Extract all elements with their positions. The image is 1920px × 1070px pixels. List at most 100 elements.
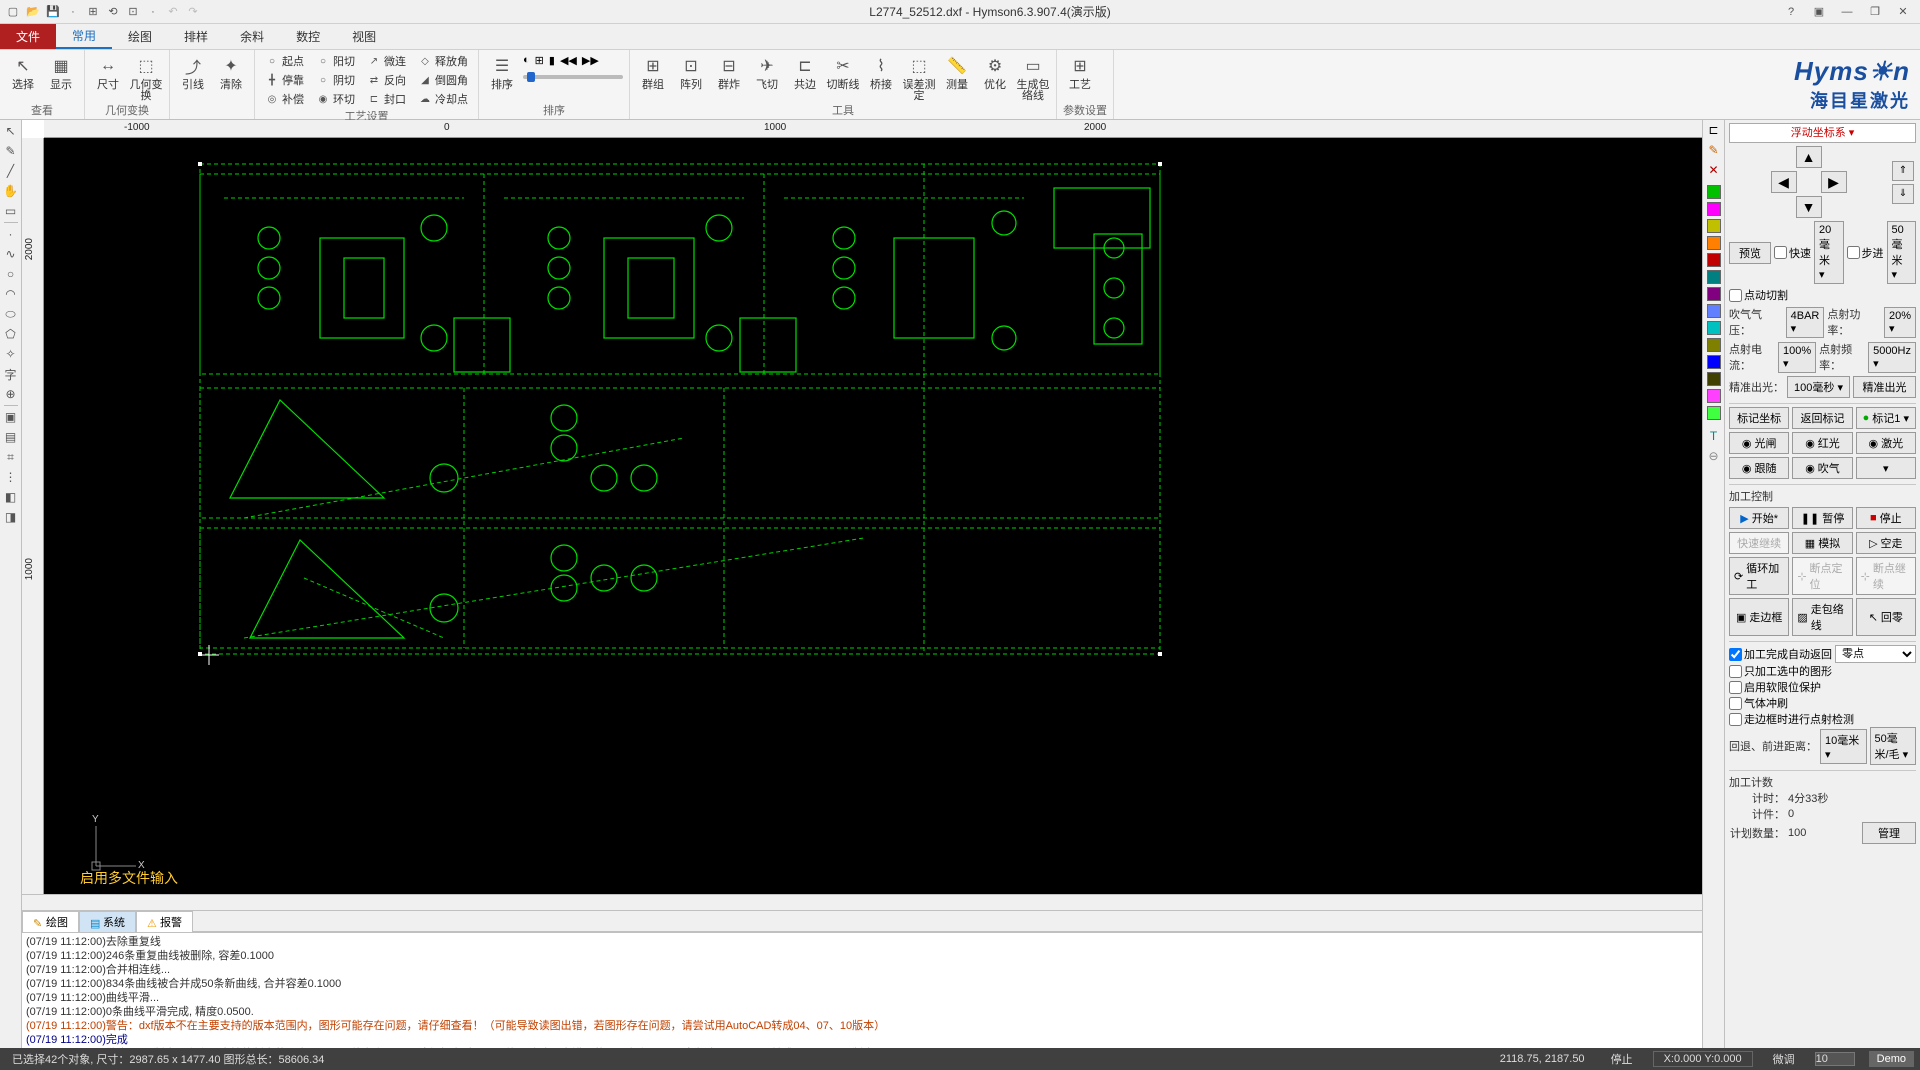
retdist1[interactable]: 10毫米 ▾ <box>1820 729 1867 764</box>
layer-edit-icon[interactable]: ✎ <box>1706 142 1722 158</box>
tool-hand-icon[interactable]: ✋ <box>2 182 20 200</box>
precout-val[interactable]: 100毫秒 ▾ <box>1787 376 1850 398</box>
light-button[interactable]: ◉光闸 <box>1729 432 1789 454</box>
tool-3-button[interactable]: ✈飞切 <box>750 52 784 91</box>
start-button[interactable]: ▶开始* <box>1729 507 1789 529</box>
tool-poly-icon[interactable]: ∿ <box>2 245 20 263</box>
offset-button[interactable]: ◎补偿 <box>261 90 308 108</box>
fast-check[interactable]: 快速 <box>1774 245 1811 261</box>
sort-slider[interactable] <box>523 75 623 79</box>
tool-dim-icon[interactable]: ⊕ <box>2 385 20 403</box>
follow-extra-button[interactable]: ▾ <box>1856 457 1916 479</box>
inner-button[interactable]: ○阴切 <box>312 71 359 89</box>
transform-button[interactable]: ⬚几何变换 <box>129 52 163 102</box>
return-mark-button[interactable]: 返回标记 <box>1792 407 1852 429</box>
tool-cursor-icon[interactable]: ↖ <box>2 122 20 140</box>
layer-swatch-4[interactable] <box>1707 253 1721 267</box>
layer-swatch-3[interactable] <box>1707 236 1721 250</box>
layer-hide-icon[interactable]: ⊖ <box>1706 448 1722 464</box>
qat-undo-icon[interactable]: ⊞ <box>84 3 102 21</box>
size-button[interactable]: ↔尺寸 <box>91 52 125 91</box>
preview-button[interactable]: 预览 <box>1729 242 1771 264</box>
qat-fwd-icon[interactable]: ↷ <box>184 3 202 21</box>
laser-button[interactable]: ◉激光 <box>1856 432 1916 454</box>
tool-circle-icon[interactable]: ○ <box>2 265 20 283</box>
dry-button[interactable]: ▷空走 <box>1856 532 1916 554</box>
tool-2-button[interactable]: ⊟群炸 <box>712 52 746 91</box>
precout-button[interactable]: 精准出光 <box>1853 376 1916 398</box>
bploc-button[interactable]: ⊹断点定位 <box>1792 557 1852 595</box>
wrap-button[interactable]: ▨走包络线 <box>1792 598 1852 636</box>
sort-button[interactable]: ☰排序 <box>485 52 519 91</box>
chk-selonly[interactable]: 只加工选中的图形 <box>1729 663 1916 679</box>
tool-1-button[interactable]: ⊡阵列 <box>674 52 708 91</box>
tool-5-button[interactable]: ✂切断线 <box>826 52 860 91</box>
layer-swatch-12[interactable] <box>1707 389 1721 403</box>
layer-swatch-10[interactable] <box>1707 355 1721 369</box>
tool-line-icon[interactable]: ╱ <box>2 162 20 180</box>
release-button[interactable]: ◇释放角 <box>414 52 472 70</box>
chk-autoreturn[interactable]: 加工完成自动返回 <box>1729 646 1832 662</box>
chk-gas[interactable]: 气体冲刷 <box>1729 695 1916 711</box>
menu-tab-5[interactable]: 视图 <box>336 24 392 49</box>
seal-button[interactable]: ⊏封口 <box>363 90 410 108</box>
tool-8-button[interactable]: 📏测量 <box>940 52 974 91</box>
outer-button[interactable]: ○阳切 <box>312 52 359 70</box>
tool-point-icon[interactable]: · <box>2 225 20 243</box>
layer-swatch-1[interactable] <box>1707 202 1721 216</box>
tool-0-button[interactable]: ⊞群组 <box>636 52 670 91</box>
select-button[interactable]: ↖选择 <box>6 52 40 91</box>
logtab-alarm[interactable]: ⚠报警 <box>136 911 193 932</box>
logtab-system[interactable]: ▤系统 <box>79 911 136 932</box>
tool-arc-icon[interactable]: ◠ <box>2 285 20 303</box>
sort-prev-icon[interactable]: ◀◀ <box>560 54 577 67</box>
drawing-canvas[interactable]: Y X 启用多文件输入 <box>44 138 1702 894</box>
tool-star-icon[interactable]: ✧ <box>2 345 20 363</box>
sort-i1-icon[interactable]: ◐ <box>523 54 530 67</box>
tool-more-icon[interactable]: ⋮ <box>2 468 20 486</box>
jog-up-button[interactable]: ▲ <box>1796 146 1822 168</box>
tool-scale-icon[interactable]: ◨ <box>2 508 20 526</box>
ring-button[interactable]: ◉环切 <box>312 90 359 108</box>
layer-del-icon[interactable]: ✕ <box>1706 162 1722 178</box>
manage-button[interactable]: 管理 <box>1862 822 1916 844</box>
qat-settings-icon[interactable]: ⊡ <box>124 3 142 21</box>
z-up-button[interactable]: ⇑ <box>1892 161 1914 181</box>
layer-swatch-11[interactable] <box>1707 372 1721 386</box>
layer-swatch-2[interactable] <box>1707 219 1721 233</box>
craft-param-button[interactable]: ⊞工艺 <box>1063 52 1097 91</box>
close-icon[interactable]: ✕ <box>1890 2 1916 22</box>
z-down-button[interactable]: ⇓ <box>1892 184 1914 204</box>
layer-swatch-8[interactable] <box>1707 321 1721 335</box>
jog-down-button[interactable]: ▼ <box>1796 196 1822 218</box>
layer-swatch-13[interactable] <box>1707 406 1721 420</box>
clear-button[interactable]: ✦清除 <box>214 52 248 91</box>
sort-next-icon[interactable]: ▶▶ <box>582 54 599 67</box>
display-button[interactable]: ▦显示 <box>44 52 78 91</box>
edge-button[interactable]: ▣走边框 <box>1729 598 1789 636</box>
qat-open-icon[interactable]: 📂 <box>24 3 42 21</box>
tool-7-button[interactable]: ⬚误差测定 <box>902 52 936 102</box>
mark-coord-button[interactable]: 标记坐标 <box>1729 407 1789 429</box>
step-val[interactable]: 50毫米 ▾ <box>1887 221 1917 284</box>
h-scrollbar[interactable] <box>22 894 1702 910</box>
tool-layer-icon[interactable]: ▤ <box>2 428 20 446</box>
qat-new-icon[interactable]: ▢ <box>4 3 22 21</box>
tool-color-icon[interactable]: ◧ <box>2 488 20 506</box>
dotfreq-val[interactable]: 5000Hz ▾ <box>1868 342 1916 373</box>
red-button[interactable]: ◉红光 <box>1792 432 1852 454</box>
qat-redo-icon[interactable]: ⟲ <box>104 3 122 21</box>
menu-tab-4[interactable]: 数控 <box>280 24 336 49</box>
menu-tab-3[interactable]: 余料 <box>224 24 280 49</box>
blow-button[interactable]: ◉吹气 <box>1792 457 1852 479</box>
tool-tree-icon[interactable]: ⌗ <box>2 448 20 466</box>
return-sel[interactable]: 零点 <box>1835 645 1916 663</box>
layer-swatch-7[interactable] <box>1707 304 1721 318</box>
tool-10-button[interactable]: ▭生成包络线 <box>1016 52 1050 102</box>
layer-swatch-0[interactable] <box>1707 185 1721 199</box>
ribbon-toggle-icon[interactable]: ▣ <box>1806 2 1832 22</box>
menu-tab-2[interactable]: 排样 <box>168 24 224 49</box>
pause-button[interactable]: ❚❚暂停 <box>1792 507 1852 529</box>
jog-left-button[interactable]: ◀ <box>1771 171 1797 193</box>
tool-node-icon[interactable]: ✎ <box>2 142 20 160</box>
